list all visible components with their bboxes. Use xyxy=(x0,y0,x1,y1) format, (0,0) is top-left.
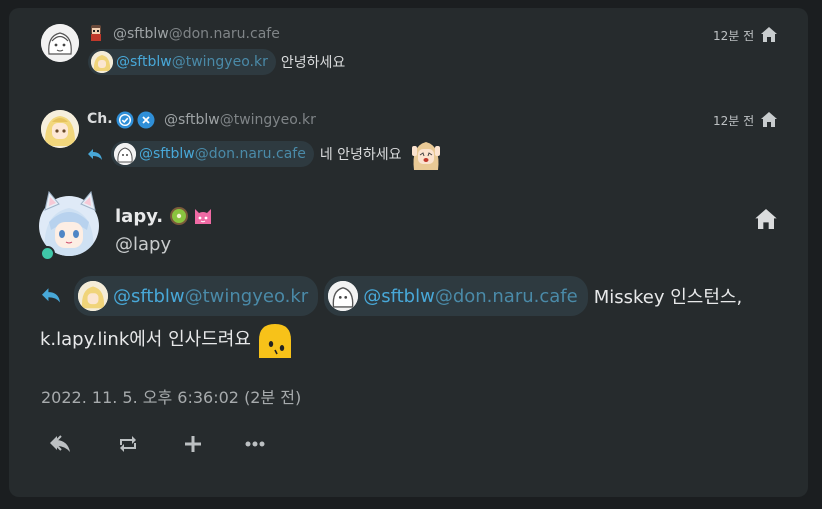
custom-emoji xyxy=(408,136,444,172)
renote-icon xyxy=(120,436,136,452)
handle-user: @sftblw xyxy=(113,26,169,42)
reply2-handle[interactable]: @sftblw@twingyeo.kr xyxy=(164,112,316,128)
reply1-time[interactable]: 12분 전 xyxy=(713,27,754,44)
reply2-time[interactable]: 12분 전 xyxy=(713,112,754,129)
online-status-indicator xyxy=(40,246,55,261)
handle-user: @sftblw xyxy=(164,112,220,128)
reply1-text: 안녕하세요 xyxy=(280,55,346,71)
reply2-avatar[interactable] xyxy=(41,110,79,148)
mention-avatar xyxy=(114,143,136,165)
main-text-line1: Misskey 인스턴스, xyxy=(593,287,743,308)
home-icon xyxy=(761,26,777,42)
mention-user: @sftblw xyxy=(139,146,195,162)
mention-host: @twingyeo.kr xyxy=(171,54,268,70)
main-text-line2: k.lapy.link에서 인사드려요 xyxy=(40,329,251,350)
home-icon xyxy=(761,111,777,127)
mention-user: @sftblw xyxy=(363,285,435,307)
main-mention-1[interactable]: @sftblw @twingyeo.kr xyxy=(74,276,319,316)
mention-host: @don.naru.cafe xyxy=(434,285,578,307)
reply1-avatar[interactable] xyxy=(41,24,79,62)
custom-emoji xyxy=(255,318,295,358)
more-button[interactable] xyxy=(243,432,267,456)
mention-host: @don.naru.cafe xyxy=(194,146,306,162)
plus-icon xyxy=(185,436,201,452)
reply-icon xyxy=(87,147,103,161)
main-mention-2[interactable]: @sftblw @don.naru.cafe xyxy=(324,276,588,316)
main-display-name[interactable]: lapy. xyxy=(115,206,163,227)
mention-user: @sftblw xyxy=(116,54,172,70)
kiwi-emoji xyxy=(169,206,189,226)
handle-host: @don.naru.cafe xyxy=(168,26,280,42)
reply1-mention[interactable]: @sftblw @twingyeo.kr xyxy=(88,49,276,75)
main-timestamp[interactable]: 2022. 11. 5. 오후 6:36:02 (2분 전) xyxy=(41,384,301,408)
home-icon xyxy=(755,209,777,229)
reply2-text: 네 안녕하세요 xyxy=(319,147,402,163)
handle-host: @twingyeo.kr xyxy=(219,112,316,128)
main-handle[interactable]: @lapy xyxy=(115,234,171,255)
mention-user: @sftblw xyxy=(113,285,185,307)
reply1-badge-emoji xyxy=(88,24,104,42)
reply1-handle[interactable]: @sftblw@don.naru.cafe xyxy=(113,26,280,42)
mention-avatar xyxy=(91,51,113,73)
mention-host: @twingyeo.kr xyxy=(184,285,309,307)
cat-emoji xyxy=(192,205,214,227)
mention-avatar xyxy=(328,281,359,311)
reply-all-icon xyxy=(50,435,70,452)
renote-button[interactable] xyxy=(114,432,142,456)
react-button[interactable] xyxy=(181,432,205,456)
reply2-display-name[interactable]: Ch. xyxy=(87,111,113,127)
reply-button[interactable] xyxy=(47,432,75,456)
more-icon xyxy=(245,441,265,447)
reply-icon xyxy=(40,287,62,305)
main-avatar[interactable] xyxy=(39,190,101,261)
badge-x-icon xyxy=(137,111,155,129)
note-card: @sftblw@don.naru.cafe 12분 전 @sftblw @twin… xyxy=(9,8,808,497)
mention-avatar xyxy=(78,281,108,311)
verified-icon xyxy=(116,111,134,129)
reply2-mention[interactable]: @sftblw @don.naru.cafe xyxy=(111,141,314,167)
